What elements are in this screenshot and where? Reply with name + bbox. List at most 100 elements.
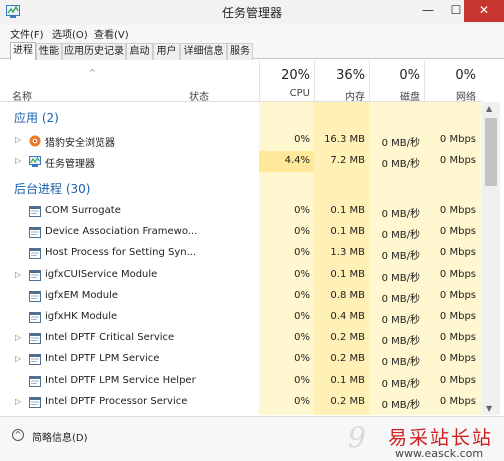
watermark-url: www.easck.com (395, 447, 484, 460)
process-row[interactable]: igfxEM Module 0% 0.8 MB 0 MB/秒 0 Mbps (0, 286, 482, 307)
process-window-icon (29, 375, 41, 387)
column-divider[interactable] (259, 60, 260, 102)
chevron-up-icon[interactable]: ^ (12, 429, 24, 441)
column-header: ^ 名称 状态 20% CPU 36% 内存 0% 磁盘 0% 网络 (0, 60, 482, 103)
process-name: igfxHK Module (45, 311, 118, 322)
process-window-icon (29, 312, 41, 323)
process-row[interactable]: Intel DPTF LPM Service Helper 0% 0.1 MB 0 M… (0, 371, 482, 392)
network-total: 0% (455, 68, 476, 83)
disk-value: 0 MB/秒 (381, 357, 420, 369)
group-label: 后台进程 (30) (14, 182, 91, 196)
expand-arrow-icon[interactable]: ▷ (15, 135, 21, 144)
tab-startup[interactable]: 启动 (126, 43, 153, 60)
footer-bar: ^ 简略信息(D) 9 易采站长站 www.easck.com (0, 416, 504, 461)
tab-performance[interactable]: 性能 (36, 43, 62, 60)
column-divider[interactable] (369, 60, 370, 102)
column-disk[interactable]: 磁盘 (400, 88, 420, 103)
process-name: Intel DPTF Critical Service (45, 332, 175, 344)
scroll-down-arrow-icon[interactable]: ▼ (486, 404, 492, 413)
process-row[interactable]: igfxHK Module 0% 0.4 MB 0 MB/秒 0 Mbps (0, 307, 482, 328)
process-row[interactable]: ▷ Intel DPTF Critical Service 0% 0.2 MB 0 MB… (0, 328, 482, 349)
group-header-background[interactable]: 后台进程 (30) (0, 178, 482, 199)
cpu-value: 0% (294, 268, 310, 280)
network-value: 0 Mbps (439, 247, 476, 259)
disk-value: 0 MB/秒 (381, 315, 420, 326)
task-manager-icon (29, 156, 41, 168)
memory-value: 0.2 MB (330, 395, 365, 407)
scroll-up-arrow-icon[interactable]: ▲ (486, 104, 492, 113)
disk-value: 0 MB/秒 (381, 336, 420, 348)
process-name: igfxCUIService Module (45, 268, 158, 280)
memory-value: 7.2 MB (330, 155, 365, 167)
process-row[interactable]: ▷ igfxCUIService Module 0% 0.1 MB 0 MB/秒 0 Mb… (0, 265, 482, 286)
process-window-icon (29, 227, 41, 239)
tab-processes[interactable]: 进程 (10, 42, 36, 60)
process-row[interactable]: Device Association Framewo... 0% 0.1 MB 0 M… (0, 222, 482, 243)
network-value: 0 Mbps (439, 289, 476, 301)
tab-bar: 进程 性能 应用历史记录 启动 用户 详细信息 服务 (0, 41, 504, 60)
process-window-icon (29, 290, 41, 302)
column-cpu[interactable]: CPU (290, 88, 310, 99)
menu-options[interactable]: 选项(O) (52, 26, 88, 41)
expand-arrow-icon[interactable]: ▷ (15, 270, 21, 279)
column-memory[interactable]: 内存 (345, 88, 365, 103)
group-header-apps[interactable]: 应用 (2) (0, 107, 482, 128)
cpu-value: 0% (294, 247, 310, 259)
process-name: Host Process for Setting Syn... (45, 247, 197, 259)
network-value: 0 Mbps (439, 205, 476, 216)
expand-arrow-icon[interactable]: ▷ (15, 354, 21, 363)
column-status[interactable]: 状态 (189, 88, 209, 103)
process-row[interactable]: COM Surrogate 0% 0.1 MB 0 MB/秒 0 Mbps (0, 201, 482, 222)
close-button[interactable]: ✕ (464, 0, 504, 22)
tab-services[interactable]: 服务 (227, 43, 253, 60)
minimize-button[interactable]: — (414, 0, 442, 22)
network-value: 0 Mbps (439, 311, 476, 322)
column-divider[interactable] (314, 60, 315, 102)
process-row[interactable]: ▷ Intel DPTF Processor Service 0% 0.2 MB 0 M… (0, 392, 482, 413)
network-value: 0 Mbps (439, 268, 476, 280)
network-value: 0 Mbps (439, 155, 476, 167)
memory-value: 0.2 MB (330, 332, 365, 344)
network-value: 0 Mbps (439, 374, 476, 386)
memory-value: 0.4 MB (330, 311, 365, 322)
menu-file[interactable]: 文件(F) (10, 26, 44, 41)
column-network[interactable]: 网络 (456, 88, 476, 103)
expand-arrow-icon[interactable]: ▷ (15, 397, 21, 406)
expand-arrow-icon[interactable]: ▷ (15, 156, 21, 165)
menu-bar: 文件(F) 选项(O) 查看(V) (0, 25, 504, 41)
scrollbar-thumb[interactable] (485, 118, 497, 186)
process-window-icon (29, 269, 41, 281)
tab-app-history[interactable]: 应用历史记录 (62, 43, 126, 60)
cpu-value: 0% (294, 374, 310, 386)
process-window-icon (29, 333, 41, 345)
process-row[interactable]: ▷ 猎豹安全浏览器 0% 16.3 MB 0 MB/秒 0 Mbps (0, 130, 482, 151)
process-row[interactable]: ▷ Intel DPTF LPM Service 0% 0.2 MB 0 MB/秒 0 M… (0, 349, 482, 370)
process-list: 应用 (2) 后台进程 (30) ▷ 猎豹安全浏览器 0% 16.3 MB 0 MB/秒… (0, 102, 482, 415)
tab-details[interactable]: 详细信息 (180, 43, 227, 60)
sort-ascending-icon: ^ (89, 68, 96, 77)
network-value: 0 Mbps (439, 395, 476, 407)
process-window-icon (29, 248, 41, 260)
process-row[interactable]: Host Process for Setting Syn... 0% 1.3 MB 0… (0, 243, 482, 264)
fewer-details-button[interactable]: 简略信息(D) (32, 429, 88, 444)
process-window-icon (29, 396, 41, 408)
disk-value: 0 MB/秒 (381, 399, 420, 411)
process-row[interactable]: ▷ 任务管理器 4.4% 7.2 MB 0 MB/秒 0 Mbps (0, 151, 482, 173)
process-window-icon (29, 206, 41, 217)
memory-value: 0.8 MB (330, 289, 365, 301)
cheetah-browser-icon (29, 135, 41, 147)
disk-total: 0% (399, 68, 420, 83)
tab-users[interactable]: 用户 (153, 43, 180, 60)
memory-value: 0.1 MB (330, 374, 365, 386)
vertical-scrollbar[interactable]: ▲ ▼ (482, 102, 500, 415)
disk-value: 0 MB/秒 (381, 272, 420, 284)
column-divider[interactable] (424, 60, 425, 102)
memory-value: 0.1 MB (330, 205, 365, 216)
menu-view[interactable]: 查看(V) (94, 26, 129, 41)
column-name[interactable]: 名称 (12, 88, 32, 103)
cpu-value: 0% (294, 332, 310, 344)
expand-arrow-icon[interactable]: ▷ (15, 333, 21, 342)
process-window-icon (29, 354, 41, 366)
cpu-total: 20% (281, 68, 310, 83)
cpu-value: 0% (294, 226, 310, 238)
